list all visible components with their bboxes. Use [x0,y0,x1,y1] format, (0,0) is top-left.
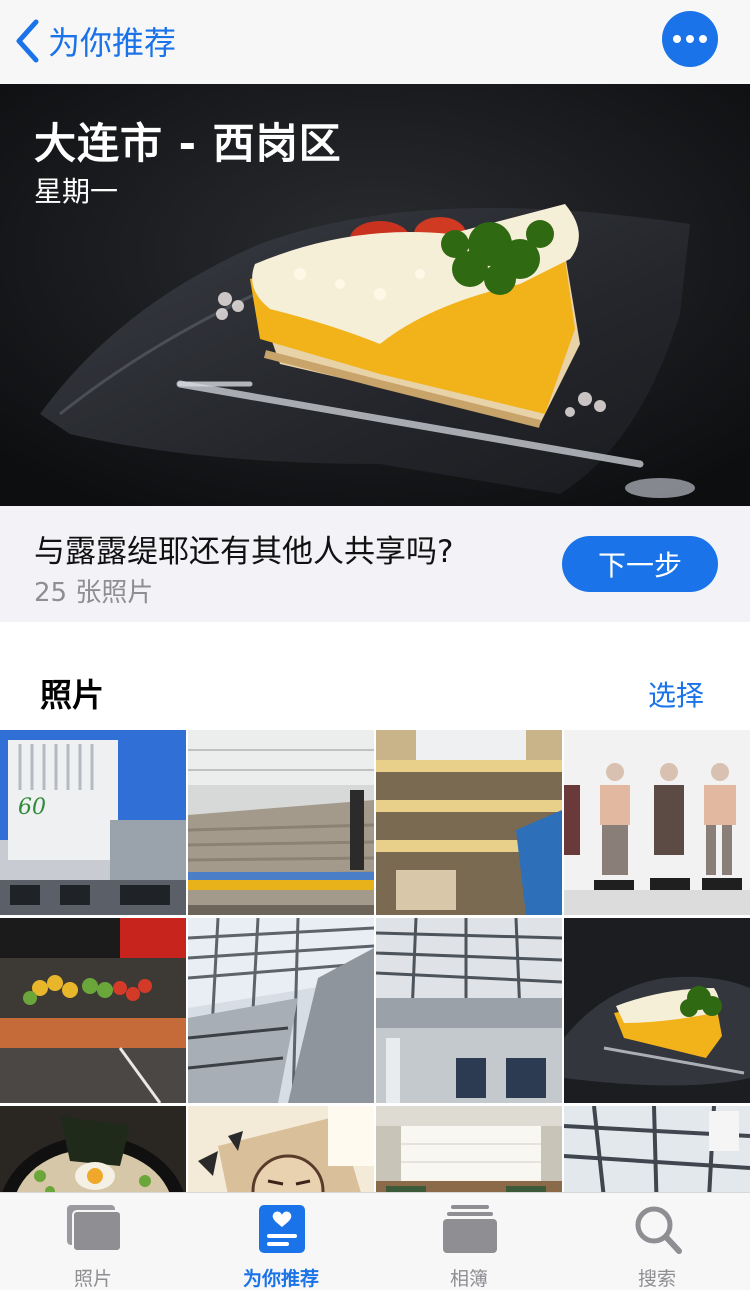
photo-thumbnail[interactable] [188,1106,374,1192]
chevron-left-icon [16,19,39,63]
for-you-icon [259,1205,305,1253]
photo-thumbnail[interactable] [376,1106,562,1192]
tab-search[interactable]: 搜索 [564,1193,750,1290]
ramen-photo [0,1106,186,1192]
dessert-photo [564,918,750,1103]
glass-roof-photo [376,918,562,1103]
produce-market-photo [0,918,186,1103]
ellipsis-icon [673,35,681,43]
next-button[interactable]: 下一步 [562,536,718,592]
photo-thumbnail[interactable] [188,918,374,1103]
glass-roof-photo [188,918,374,1103]
albums-icon [443,1205,497,1253]
photo-thumbnail[interactable] [564,730,750,915]
photo-thumbnail[interactable] [188,730,374,915]
photo-thumbnail[interactable] [376,730,562,915]
tab-bar: 照片 为你推荐 相簿 搜索 [0,1192,750,1290]
photos-icon [67,1205,122,1252]
back-button-label: 为你推荐 [48,24,177,62]
tab-for-you[interactable]: 为你推荐 [188,1193,374,1290]
navigation-bar: 为你推荐 [0,0,750,84]
memory-title: 大连市 - 西岗区 [34,119,342,168]
tab-albums[interactable]: 相簿 [376,1193,562,1290]
photo-thumbnail[interactable] [564,1106,750,1192]
photo-grid: 60 [0,730,750,1192]
share-question: 与露露缇耶还有其他人共享吗? [34,534,454,570]
more-options-button[interactable] [662,11,718,67]
photo-thumbnail[interactable] [376,918,562,1103]
memory-subtitle: 星期一 [34,175,119,208]
ceiling-lights-photo [376,1106,562,1192]
select-button[interactable]: 选择 [648,674,704,714]
glass-roof-photo [564,1106,750,1192]
tab-photos-label: 照片 [73,1268,112,1290]
tab-photos[interactable]: 照片 [0,1193,186,1290]
search-icon [635,1206,682,1254]
tab-for-you-label: 为你推荐 [242,1268,319,1290]
photo-thumbnail[interactable] [0,918,186,1103]
comic-photo [188,1106,374,1192]
atrium-floors-photo [376,730,562,915]
tab-albums-label: 相簿 [449,1268,488,1290]
fashion-mannequins-photo [564,730,750,915]
share-suggestion: 与露露缇耶还有其他人共享吗? 25 张照片 下一步 [0,506,750,622]
photos-section-title: 照片 [40,676,105,714]
photo-thumbnail[interactable] [564,918,750,1103]
photo-thumbnail[interactable]: 60 [0,730,186,915]
photo-count: 25 张照片 [34,578,154,608]
svg-text:60: 60 [18,795,46,820]
back-button[interactable]: 为你推荐 [14,14,176,68]
tab-search-label: 搜索 [637,1268,676,1290]
memory-hero[interactable]: 大连市 - 西岗区 星期一 [0,84,750,506]
photo-thumbnail[interactable] [0,1106,186,1192]
mall-exterior-photo: 60 [0,730,186,915]
atrium-stairs-photo [188,730,374,915]
